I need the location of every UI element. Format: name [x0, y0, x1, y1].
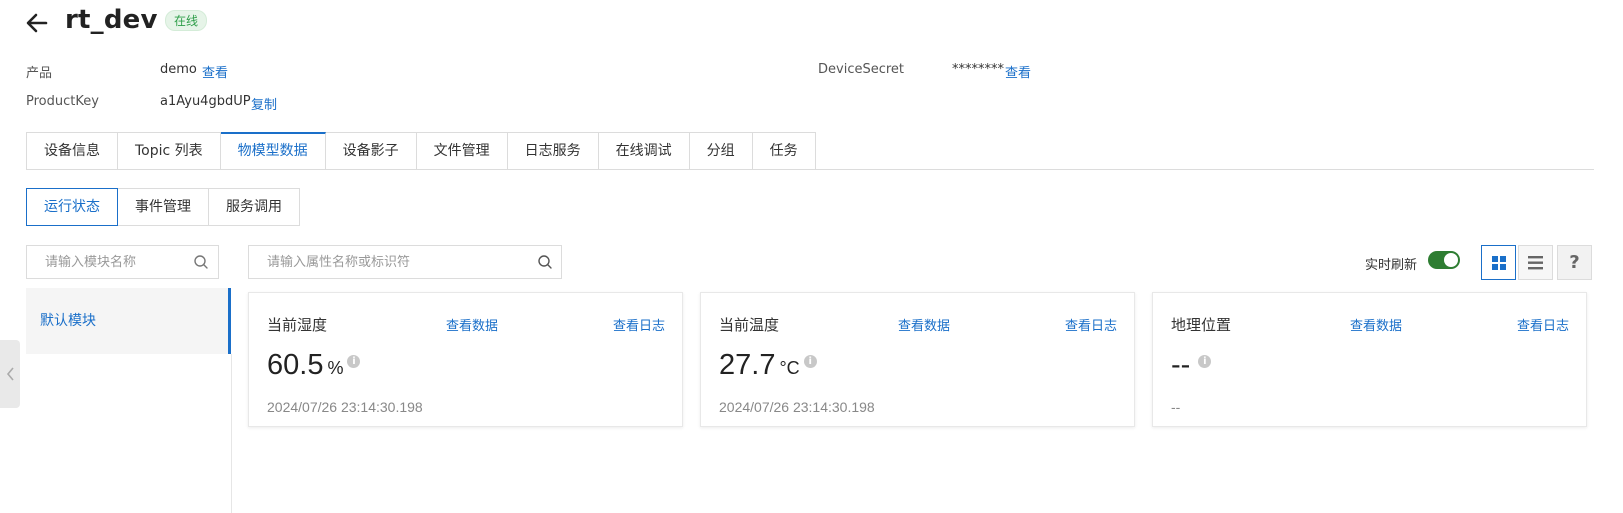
card-timestamp: --	[1171, 399, 1181, 415]
tab-file-management[interactable]: 文件管理	[416, 132, 508, 170]
sidebar-collapse-handle[interactable]	[0, 340, 20, 408]
toggle-knob	[1444, 253, 1458, 267]
realtime-refresh-label: 实时刷新	[1365, 258, 1418, 273]
tab-task[interactable]: 任务	[752, 132, 816, 170]
chevron-left-icon	[6, 367, 14, 381]
sub-tabs: 运行状态 事件管理 服务调用	[26, 188, 300, 226]
property-card-humidity: 当前湿度 查看数据 查看日志 60.5% i 2024/07/26 23:14:3…	[248, 292, 683, 427]
list-view-button[interactable]	[1518, 245, 1553, 280]
value-unit: %	[327, 358, 344, 378]
help-button[interactable]: ?	[1557, 245, 1592, 280]
value-number: --	[1171, 349, 1191, 381]
devicesecret-value: ********	[952, 62, 1004, 77]
property-search-input[interactable]	[248, 245, 562, 279]
tab-topic-list[interactable]: Topic 列表	[118, 132, 221, 170]
subtab-running-status[interactable]: 运行状态	[26, 188, 118, 226]
productkey-value: a1Ayu4gbdUP	[160, 94, 251, 109]
card-value: 60.5% i	[267, 349, 361, 382]
info-icon[interactable]: i	[1198, 355, 1212, 368]
list-icon	[1528, 256, 1543, 270]
product-view-link[interactable]: 查看	[202, 62, 228, 81]
view-data-link[interactable]: 查看数据	[898, 315, 950, 334]
value-unit: °C	[779, 358, 800, 378]
grid-view-button[interactable]	[1481, 245, 1516, 280]
module-search-input[interactable]	[26, 245, 219, 279]
product-label: 产品	[26, 66, 53, 81]
module-list: 默认模块	[26, 288, 231, 354]
main-tabs: 设备信息 Topic 列表 物模型数据 设备影子 文件管理 日志服务 在线调试 …	[26, 132, 816, 170]
devicesecret-label: DeviceSecret	[818, 62, 905, 77]
module-item-default[interactable]: 默认模块	[40, 310, 96, 330]
tab-thing-model-data[interactable]: 物模型数据	[220, 132, 326, 170]
tab-group[interactable]: 分组	[689, 132, 753, 170]
tab-online-debug[interactable]: 在线调试	[598, 132, 690, 170]
view-log-link[interactable]: 查看日志	[1517, 315, 1569, 334]
card-title: 地理位置	[1171, 316, 1232, 334]
subtab-event-management[interactable]: 事件管理	[118, 188, 209, 226]
view-log-link[interactable]: 查看日志	[1065, 315, 1117, 334]
property-search-icon[interactable]	[537, 254, 553, 270]
online-status-badge: 在线	[165, 10, 208, 31]
card-value: 27.7 °C i	[719, 349, 817, 382]
card-timestamp: 2024/07/26 23:14:30.198	[267, 399, 423, 415]
view-data-link[interactable]: 查看数据	[446, 315, 498, 334]
subtab-service-invoke[interactable]: 服务调用	[209, 188, 300, 226]
grid-icon	[1492, 256, 1506, 270]
panel-divider	[231, 354, 232, 513]
back-arrow-icon[interactable]	[24, 10, 50, 36]
value-number: 60.5	[267, 349, 324, 381]
product-value: demo	[160, 62, 197, 77]
tab-device-shadow[interactable]: 设备影子	[325, 132, 417, 170]
property-card-location: 地理位置 查看数据 查看日志 -- i --	[1152, 292, 1587, 427]
productkey-label: ProductKey	[26, 94, 99, 109]
card-title: 当前湿度	[267, 316, 328, 334]
card-value: -- i	[1171, 349, 1212, 382]
card-timestamp: 2024/07/26 23:14:30.198	[719, 399, 875, 415]
view-log-link[interactable]: 查看日志	[613, 315, 665, 334]
tab-device-info[interactable]: 设备信息	[26, 132, 118, 170]
productkey-copy-link[interactable]: 复制	[251, 94, 277, 113]
device-name-title: rt_dev	[65, 5, 158, 35]
card-title: 当前温度	[719, 316, 780, 334]
info-icon[interactable]: i	[803, 355, 817, 368]
tabs-divider	[26, 169, 1594, 170]
view-data-link[interactable]: 查看数据	[1350, 315, 1402, 334]
tab-log-service[interactable]: 日志服务	[507, 132, 599, 170]
property-card-temperature: 当前温度 查看数据 查看日志 27.7 °C i 2024/07/26 23:14:…	[700, 292, 1135, 427]
realtime-refresh-toggle[interactable]	[1428, 251, 1460, 269]
value-number: 27.7	[719, 349, 776, 381]
info-icon[interactable]: i	[347, 355, 361, 368]
devicesecret-view-link[interactable]: 查看	[1005, 62, 1031, 81]
module-search-icon[interactable]	[193, 254, 209, 270]
